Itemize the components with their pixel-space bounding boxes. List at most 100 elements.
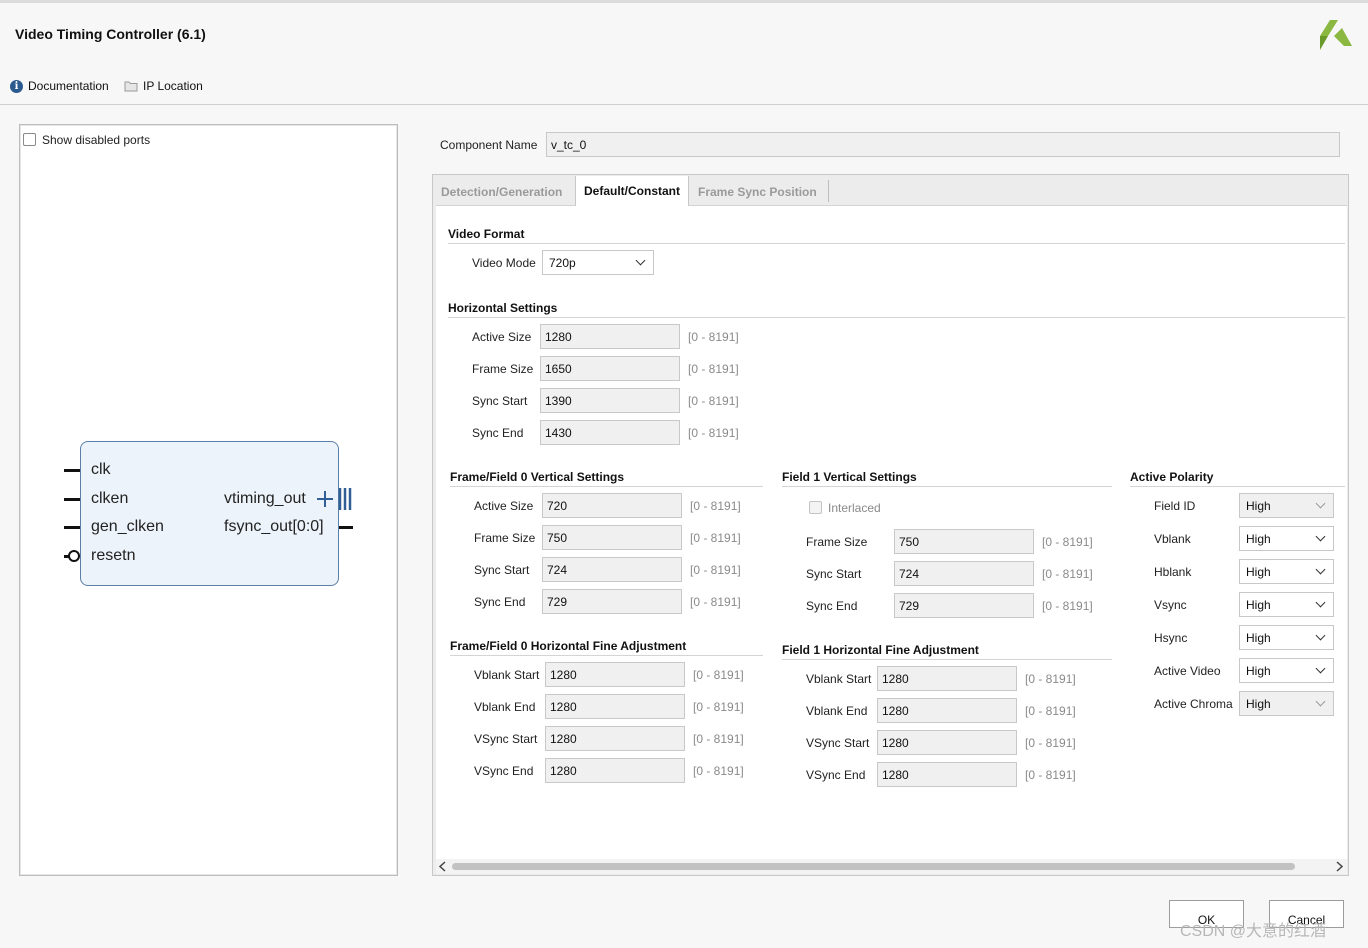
tab-default-constant[interactable]: Default/Constant [575, 176, 689, 206]
port-label-clk: clk [91, 461, 111, 478]
polarity-hblank-select[interactable]: High [1239, 559, 1334, 584]
port-label-gen-clken: gen_clken [91, 518, 164, 535]
v0-frame-size-input[interactable]: 750 [542, 525, 682, 550]
polarity-hsync-value: High [1246, 630, 1271, 645]
f0-vblank-start-label: Vblank Start [474, 668, 540, 682]
toolbar-separator [0, 104, 1368, 105]
show-disabled-ports-label: Show disabled ports [42, 133, 151, 147]
v1-sync-end-label: Sync End [806, 599, 858, 613]
polarity-active-video-label: Active Video [1154, 664, 1221, 678]
chevron-down-icon [1315, 531, 1326, 542]
f1-hfine-line [782, 659, 1112, 660]
chevron-right-icon[interactable] [1334, 861, 1344, 872]
chevron-left-icon[interactable] [438, 861, 448, 872]
tab-frame-sync-position[interactable]: Frame Sync Position [690, 177, 825, 206]
watermark: CSDN @大意的红酒 [1180, 923, 1327, 940]
interlaced-checkbox[interactable] [809, 501, 822, 514]
h-active-size-input[interactable]: 1280 [540, 324, 680, 349]
f0-vsync-start-label: VSync Start [474, 732, 538, 746]
tab-detection-generation[interactable]: Detection/Generation [433, 177, 570, 206]
f0-hfine-line [450, 655, 763, 656]
f1-vertical-line [782, 486, 1112, 487]
f0-vblank-end-label: Vblank End [474, 700, 536, 714]
chevron-down-icon [1315, 696, 1326, 707]
v1-sync-end-input[interactable]: 729 [894, 593, 1034, 618]
polarity-vsync-value: High [1246, 597, 1271, 612]
ip-location-link[interactable]: IP Location [124, 78, 203, 94]
h-sync-start-range: [0 - 8191] [688, 394, 739, 408]
v1-frame-size-input[interactable]: 750 [894, 529, 1034, 554]
v0-frame-size-range: [0 - 8191] [690, 531, 741, 545]
polarity-active-video-select[interactable]: High [1239, 658, 1334, 683]
chevron-down-icon [1315, 630, 1326, 641]
f1-vertical-title: Field 1 Vertical Settings [782, 470, 917, 484]
show-disabled-ports-checkbox[interactable] [23, 133, 36, 146]
f1-vsync-start-label: VSync Start [806, 736, 870, 750]
f0-vblank-start-input[interactable]: 1280 [545, 662, 685, 687]
chevron-down-icon [1315, 564, 1326, 575]
video-mode-value: 720p [549, 255, 576, 270]
f1-vblank-end-range: [0 - 8191] [1025, 704, 1076, 718]
v0-active-size-input[interactable]: 720 [542, 493, 682, 518]
window-title: Video Timing Controller (6.1) [15, 26, 206, 42]
active-low-bubble-icon [68, 550, 80, 562]
v0-sync-start-label: Sync Start [474, 563, 530, 577]
h-active-size-range: [0 - 8191] [688, 330, 739, 344]
v0-sync-end-label: Sync End [474, 595, 526, 609]
port-stub-gen-clken [64, 526, 80, 529]
v0-active-size-label: Active Size [474, 499, 534, 513]
v0-active-size-range: [0 - 8191] [690, 499, 741, 513]
polarity-field-id-label: Field ID [1154, 499, 1196, 513]
polarity-vblank-select[interactable]: High [1239, 526, 1334, 551]
f1-vblank-start-range: [0 - 8191] [1025, 672, 1076, 686]
f0-vblank-end-range: [0 - 8191] [693, 700, 744, 714]
f1-vblank-start-input[interactable]: 1280 [877, 666, 1017, 691]
active-polarity-line [1130, 486, 1345, 487]
bus-interface-icon[interactable] [314, 486, 354, 512]
component-name-input[interactable]: v_tc_0 [546, 132, 1340, 157]
port-label-resetn: resetn [91, 547, 136, 564]
v1-sync-start-input[interactable]: 724 [894, 561, 1034, 586]
h-frame-size-range: [0 - 8191] [688, 362, 739, 376]
v1-frame-size-label: Frame Size [806, 535, 868, 549]
chevron-down-icon [1315, 498, 1326, 509]
f1-hfine-title: Field 1 Horizontal Fine Adjustment [782, 643, 979, 657]
tab-divider [828, 180, 829, 202]
h-sync-start-input[interactable]: 1390 [540, 388, 680, 413]
f1-vsync-end-input[interactable]: 1280 [877, 762, 1017, 787]
documentation-link[interactable]: i Documentation [10, 78, 109, 94]
active-polarity-title: Active Polarity [1130, 470, 1214, 484]
polarity-active-chroma-value: High [1246, 696, 1271, 711]
polarity-field-id-select[interactable]: High [1239, 493, 1334, 518]
f0-vblank-end-input[interactable]: 1280 [545, 694, 685, 719]
polarity-vsync-select[interactable]: High [1239, 592, 1334, 617]
f1-vblank-start-label: Vblank Start [806, 672, 872, 686]
f1-vsync-start-range: [0 - 8191] [1025, 736, 1076, 750]
scrollbar-thumb[interactable] [452, 863, 1295, 870]
info-icon: i [10, 79, 23, 93]
xilinx-logo-icon [1320, 20, 1352, 50]
v0-sync-start-input[interactable]: 724 [542, 557, 682, 582]
f1-vsync-start-input[interactable]: 1280 [877, 730, 1017, 755]
f0-vsync-start-input[interactable]: 1280 [545, 726, 685, 751]
h-frame-size-input[interactable]: 1650 [540, 356, 680, 381]
polarity-active-chroma-select[interactable]: High [1239, 691, 1334, 716]
video-mode-select[interactable]: 720p [542, 250, 654, 275]
port-label-vtiming-out: vtiming_out [224, 490, 306, 507]
polarity-active-video-value: High [1246, 663, 1271, 678]
h-sync-end-input[interactable]: 1430 [540, 420, 680, 445]
v1-sync-start-label: Sync Start [806, 567, 862, 581]
f1-vblank-end-input[interactable]: 1280 [877, 698, 1017, 723]
v0-sync-end-range: [0 - 8191] [690, 595, 741, 609]
polarity-field-id-value: High [1246, 498, 1271, 513]
polarity-hsync-select[interactable]: High [1239, 625, 1334, 650]
h-frame-size-label: Frame Size [472, 362, 534, 376]
f0-vsync-end-input[interactable]: 1280 [545, 758, 685, 783]
v0-sync-start-range: [0 - 8191] [690, 563, 741, 577]
f0-vsync-end-label: VSync End [474, 764, 534, 778]
port-stub-clk [64, 469, 80, 472]
port-stub-clken [64, 498, 80, 501]
polarity-active-chroma-label: Active Chroma [1154, 697, 1233, 711]
v0-sync-end-input[interactable]: 729 [542, 589, 682, 614]
ip-location-label: IP Location [143, 79, 203, 93]
